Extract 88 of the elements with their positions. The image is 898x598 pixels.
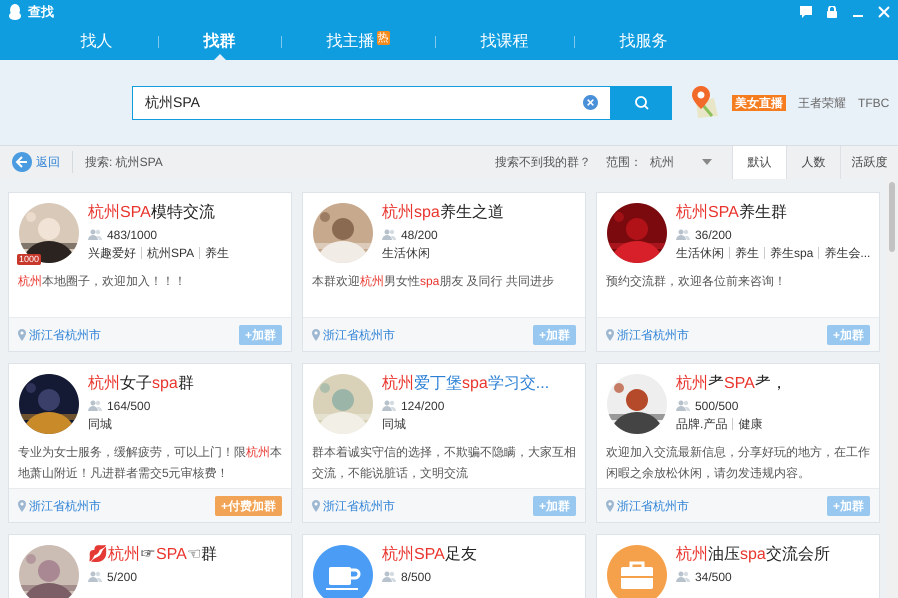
member-count: 483/1000 bbox=[107, 227, 158, 244]
location-pin-icon bbox=[18, 500, 26, 512]
member-count: 124/200 bbox=[401, 398, 444, 415]
sort-tab[interactable]: 默认 bbox=[732, 146, 786, 178]
scrollbar-thumb[interactable] bbox=[889, 182, 895, 252]
location-pin-icon bbox=[606, 328, 614, 340]
group-location[interactable]: 浙江省杭州市 bbox=[323, 496, 395, 514]
group-tag: 兴趣爱好 bbox=[88, 247, 136, 259]
group-description: 预约交流群，欢迎各位前来咨询！ bbox=[605, 273, 787, 290]
group-tag: 同城 bbox=[88, 418, 112, 430]
help-link[interactable]: 搜索不到我的群？ bbox=[495, 153, 591, 171]
group-title[interactable]: 杭州SPA养生群 bbox=[676, 203, 869, 223]
location-pin-icon bbox=[312, 500, 320, 512]
close-icon[interactable] bbox=[878, 6, 890, 18]
people-icon bbox=[382, 229, 396, 241]
group-location[interactable]: 浙江省杭州市 bbox=[617, 496, 689, 514]
group-tag: 养生会... bbox=[818, 247, 870, 259]
people-icon bbox=[676, 400, 690, 412]
people-icon bbox=[88, 229, 102, 241]
location-pin-icon bbox=[606, 500, 614, 512]
group-tag: 养生 bbox=[729, 247, 759, 259]
window-title: 查找 bbox=[28, 3, 54, 22]
location-pin-icon bbox=[312, 328, 320, 340]
member-count: 36/200 bbox=[695, 227, 732, 244]
group-title[interactable]: 杭州SPA足友 bbox=[382, 545, 477, 565]
member-count: 5/200 bbox=[107, 569, 138, 586]
group-tag: 健康 bbox=[732, 418, 762, 430]
group-card[interactable]: 杭州spa养生之道 48/200 生活休闲 本群欢迎杭州男女性spa朋友 及同行 共同进步 浙江省杭州市 +加群 bbox=[302, 192, 586, 352]
group-card[interactable]: 杭州SPA足友 8/500 bbox=[302, 534, 586, 598]
group-title[interactable]: 杭州油压spa交流会所 bbox=[676, 545, 830, 565]
people-icon bbox=[676, 229, 690, 241]
group-tag: 品牌.产品 bbox=[676, 418, 728, 430]
group-title[interactable]: 杭州spa养生之道 bbox=[382, 203, 504, 223]
group-tag: 同城 bbox=[382, 418, 406, 430]
search-icon bbox=[634, 94, 650, 110]
caret-icon bbox=[702, 159, 712, 165]
hot-search-link[interactable]: TFBC bbox=[858, 94, 890, 112]
group-location[interactable]: 浙江省杭州市 bbox=[323, 326, 395, 344]
lock-icon[interactable] bbox=[826, 6, 838, 18]
people-icon bbox=[88, 571, 102, 583]
group-title[interactable]: 杭州爱丁堡spa学习交... bbox=[382, 374, 550, 394]
group-title[interactable]: 杭州耂SPA耂， bbox=[676, 374, 787, 394]
group-card[interactable]: 杭州SPA养生群 36/200 生活休闲 养生 养生spa 养生会... 预约交流群，欢迎各位前来咨询！ 浙江省杭州市 +加群 bbox=[596, 192, 880, 352]
group-card[interactable]: 杭州女子spa群 164/500 同城 专业为女士服务，缓解疲劳，可以上门！限杭州本地萧山附近！凡进群者需交5元审核费！ 浙江省杭州市 +付费加群 bbox=[8, 363, 292, 523]
member-count: 48/200 bbox=[401, 227, 438, 244]
search-query: 搜索: 杭州SPA bbox=[85, 154, 163, 171]
map-pin-icon[interactable] bbox=[690, 86, 720, 120]
group-card[interactable]: 1000 杭州SPA模特交流 483/1000 兴趣爱好 杭州SPA 养生 杭州本地圈子，欢迎加入！！！ 浙江省杭州市 +加群 bbox=[8, 192, 292, 352]
group-card[interactable]: 💋杭州☞SPA☜群 5/200 bbox=[8, 534, 292, 598]
group-description: 欢迎加入交流最新信息，分享好玩的地方，在工作闲暇之余放松休闲，请勿发违规内容。 bbox=[605, 444, 871, 482]
group-location[interactable]: 浙江省杭州市 bbox=[29, 326, 101, 344]
group-card[interactable]: 杭州爱丁堡spa学习交... 124/200 同城 群本着诚实守信的选择，不欺骗不隐瞒，大家互相交流，不能说脏话，文明交流 浙江省杭州市 +加群 bbox=[302, 363, 586, 523]
feedback-icon[interactable] bbox=[800, 6, 812, 18]
people-icon bbox=[382, 571, 396, 583]
clear-icon[interactable] bbox=[583, 95, 598, 110]
group-tag: 养生spa bbox=[764, 247, 814, 259]
range-dropdown[interactable]: 杭州 bbox=[650, 153, 732, 171]
member-count: 34/500 bbox=[695, 569, 732, 586]
group-card[interactable]: 杭州耂SPA耂， 500/500 品牌.产品 健康 欢迎加入交流最新信息，分享好玩的地方，在工作闲暇之余放松休闲，请勿发违规内容。 浙江省杭州市 +加群 bbox=[596, 363, 880, 523]
hot-search-link[interactable]: 王者荣耀 bbox=[798, 94, 846, 112]
people-icon bbox=[676, 571, 690, 583]
group-tag: 养生 bbox=[199, 247, 230, 259]
group-title[interactable]: 杭州女子spa群 bbox=[88, 374, 194, 394]
group-tag: 生活休闲 bbox=[676, 247, 724, 259]
sort-tab[interactable]: 人数 bbox=[786, 146, 840, 178]
search-button[interactable] bbox=[611, 86, 672, 120]
group-title[interactable]: 💋杭州☞SPA☜群 bbox=[88, 545, 217, 565]
people-icon bbox=[382, 400, 396, 412]
range-label: 范围： bbox=[606, 154, 642, 171]
location-pin-icon bbox=[18, 328, 26, 340]
member-count: 164/500 bbox=[107, 398, 150, 415]
group-tag: 杭州SPA bbox=[141, 247, 194, 259]
group-title[interactable]: 杭州SPA模特交流 bbox=[88, 203, 230, 223]
back-button[interactable]: 返回 bbox=[0, 151, 73, 173]
people-icon bbox=[88, 400, 102, 412]
hot-badge: 热 bbox=[376, 31, 390, 45]
group-card[interactable]: 杭州油压spa交流会所 34/500 bbox=[596, 534, 880, 598]
group-description: 杭州本地圈子，欢迎加入！！！ bbox=[17, 273, 187, 290]
group-description: 群本着诚实守信的选择，不欺骗不隐瞒，大家互相交流，不能说脏话，文明交流 bbox=[311, 444, 577, 482]
group-description: 本群欢迎杭州男女性spa朋友 及同行 共同进步 bbox=[311, 273, 556, 290]
group-description: 专业为女士服务，缓解疲劳，可以上门！限杭州本地萧山附近！凡进群者需交5元审核费！ bbox=[17, 444, 283, 482]
group-location[interactable]: 浙江省杭州市 bbox=[29, 496, 101, 514]
search-field[interactable]: 杭州SPA bbox=[132, 86, 611, 120]
group-tag: 生活休闲 bbox=[382, 247, 430, 259]
member-count: 500/500 bbox=[695, 398, 738, 415]
member-count: 8/500 bbox=[401, 569, 432, 586]
level-badge: 1000 bbox=[17, 254, 42, 265]
group-location[interactable]: 浙江省杭州市 bbox=[617, 326, 689, 344]
